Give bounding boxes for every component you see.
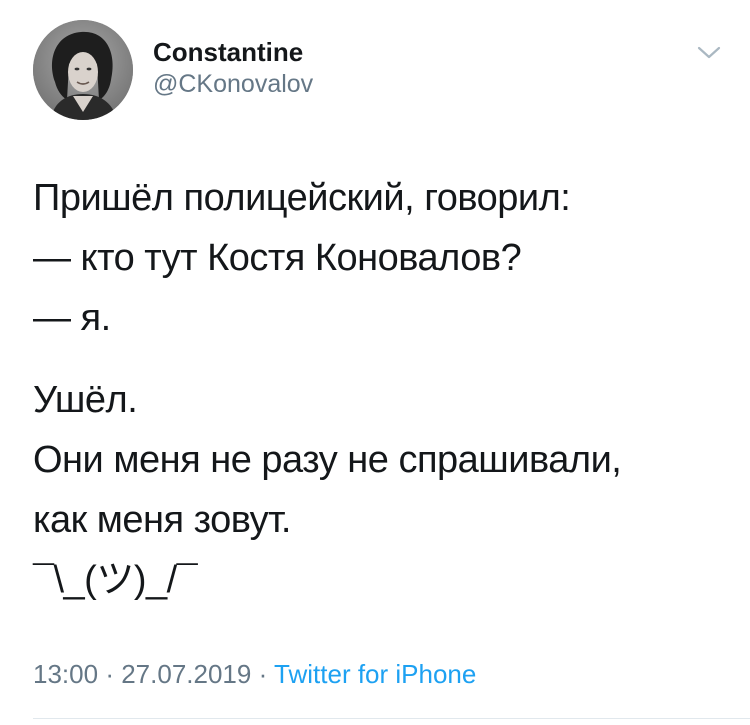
tweet-time[interactable]: 13:00 <box>33 659 98 689</box>
tweet-header: Constantine @CKonovalov <box>33 20 723 120</box>
avatar-photo <box>33 20 133 120</box>
tweet-date[interactable]: 27.07.2019 <box>121 659 251 689</box>
tweet-line: Они меня не разу не спрашивали, <box>33 439 622 481</box>
display-name[interactable]: Constantine <box>153 36 313 68</box>
tweet-line: как меня зовут. <box>33 499 291 541</box>
user-handle[interactable]: @CKonovalov <box>153 68 313 100</box>
tweet-line: — кто тут Костя Коновалов? <box>33 237 522 279</box>
tweet-line: — я. <box>33 297 111 339</box>
divider <box>33 718 750 719</box>
avatar[interactable] <box>33 20 133 120</box>
tweet-line: Пришёл полицейский, говорил: <box>33 177 571 219</box>
tweet-line: ¯\_(ツ)_/¯ <box>33 559 198 601</box>
tweet-card: Constantine @CKonovalov Пришёл полицейск… <box>0 0 750 725</box>
meta-separator: · <box>105 659 114 689</box>
tweet-meta: 13:00 · 27.07.2019 · Twitter for iPhone <box>33 656 476 692</box>
tweet-line: Ушёл. <box>33 379 138 421</box>
chevron-down-icon[interactable] <box>695 42 723 62</box>
tweet-source-link[interactable]: Twitter for iPhone <box>274 659 476 689</box>
tweet-text: Пришёл полицейский, говорил: — кто тут К… <box>33 168 723 610</box>
user-info: Constantine @CKonovalov <box>153 36 313 100</box>
meta-separator: · <box>258 659 268 689</box>
